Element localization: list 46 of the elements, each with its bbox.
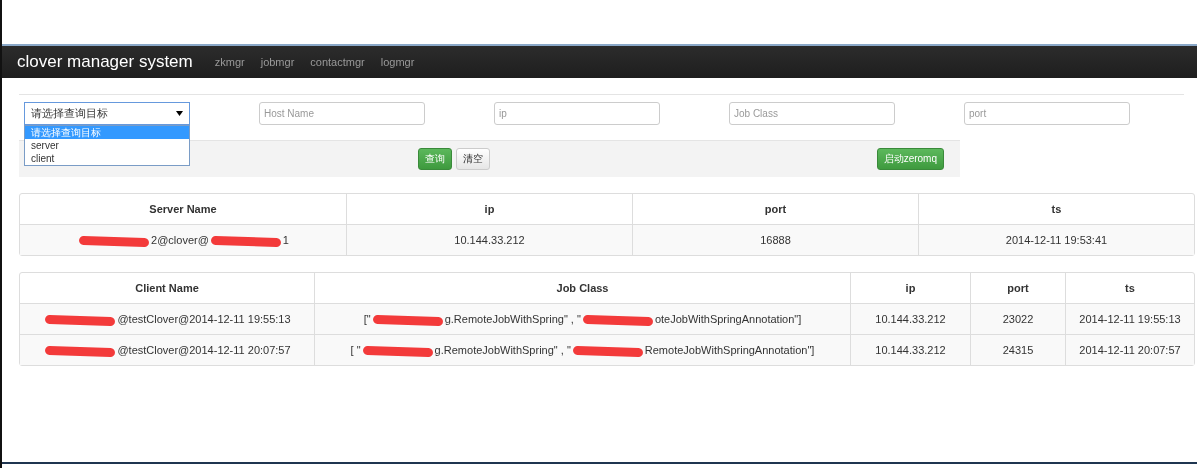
cell-text: @testClover@2014-12-11 19:55:13 (117, 313, 291, 325)
brand-title[interactable]: clover manager system (17, 52, 193, 72)
cell-text: g.RemoteJobWithSpring" , " (444, 313, 581, 325)
cell-text: g.RemoteJobWithSpring" , " (434, 344, 571, 356)
column-header: Server Name (148, 202, 218, 217)
cell-text: 23022 (1002, 313, 1034, 325)
redaction-mark (582, 314, 654, 326)
target-select[interactable]: 请选择查询目标 (24, 102, 190, 125)
cell-text: 24315 (1002, 344, 1034, 356)
cell-text: 16888 (760, 234, 791, 246)
redaction-mark (210, 235, 281, 247)
action-button[interactable]: 清空 (456, 148, 490, 170)
cell-text: 2014-12-11 20:07:57 (1079, 344, 1181, 356)
nav-link[interactable]: jobmgr (260, 56, 295, 68)
nav-link[interactable]: zkmgr (214, 56, 245, 68)
dropdown-option[interactable]: client (25, 152, 189, 165)
filter-field[interactable]: ip (494, 102, 660, 125)
cell-text: 10.144.33.212 (454, 234, 525, 246)
action-button[interactable]: 启动zeromq (876, 148, 944, 170)
redaction-mark (362, 345, 433, 357)
action-button[interactable]: 查询 (418, 148, 452, 170)
redaction-mark (78, 235, 150, 247)
nav-link[interactable]: logmgr (380, 56, 415, 68)
filter-field[interactable]: Host Name (259, 102, 425, 125)
dropdown-option[interactable]: 请选择查询目标 (25, 126, 189, 139)
dropdown-option[interactable]: server (25, 139, 189, 152)
cell-text: oteJobWithSpringAnnotation"] (654, 313, 802, 325)
cell-text: @testClover@2014-12-11 20:07:57 (117, 344, 291, 356)
filter-field[interactable]: Job Class (729, 102, 895, 125)
cell-text: RemoteJobWithSpringAnnotation"] (644, 344, 815, 356)
cell-text: 1 (282, 234, 289, 246)
caret-icon (176, 111, 183, 116)
cell-text: 10.144.33.212 (875, 344, 946, 356)
redaction-mark (45, 345, 116, 357)
redaction-mark (572, 345, 643, 357)
redaction-mark (372, 314, 443, 326)
column-header: Client Name (134, 281, 200, 296)
cell-text: [" (363, 313, 371, 325)
cell-text: 2@clover@ (151, 234, 209, 246)
cell-text: 10.144.33.212 (875, 313, 946, 325)
filter-field[interactable]: port (964, 102, 1130, 125)
cell-text: [ " (350, 344, 361, 356)
cell-text: 2014-12-11 19:55:13 (1079, 313, 1181, 325)
redaction-mark (45, 314, 116, 326)
cell-text: 2014-12-11 19:53:41 (1005, 234, 1108, 246)
nav-link[interactable]: contactmgr (310, 56, 365, 68)
